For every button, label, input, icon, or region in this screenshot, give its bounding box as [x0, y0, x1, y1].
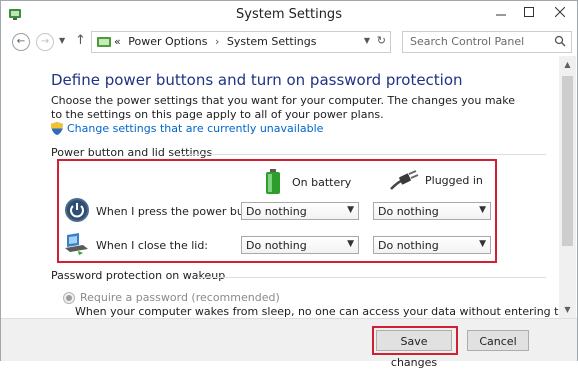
forward-arrow-icon: →	[40, 36, 50, 47]
power-button-group-label: Power button and lid settings	[51, 146, 213, 159]
refresh-icon[interactable]: ↻	[377, 34, 386, 47]
up-arrow-icon: ↑	[75, 33, 86, 48]
close-lid-row-label: When I close the lid:	[96, 239, 209, 252]
back-arrow-icon: ←	[16, 36, 26, 47]
chevron-down-icon: ▼	[347, 239, 354, 249]
column-header-plugged: Plugged in	[389, 169, 483, 191]
close-button[interactable]	[543, 1, 577, 23]
breadcrumb-overflow[interactable]: «	[114, 35, 121, 48]
change-settings-link-row[interactable]: Change settings that are currently unava…	[51, 122, 323, 135]
control-panel-icon	[97, 37, 111, 47]
address-dropdown-icon[interactable]: ▼	[364, 36, 370, 45]
window: System Settings ← → ▼ ↑ « Power Options …	[0, 0, 578, 369]
password-group-label: Password protection on wakeup	[51, 269, 226, 282]
search-placeholder: Search Control Panel	[410, 35, 525, 48]
group-divider	[197, 277, 546, 278]
back-button[interactable]: ←	[12, 33, 30, 51]
breadcrumb-separator[interactable]: ›	[211, 35, 223, 48]
group-divider	[181, 154, 546, 155]
breadcrumb-system-settings[interactable]: System Settings	[227, 35, 317, 48]
plugged-in-label: Plugged in	[425, 173, 483, 187]
search-icon	[554, 35, 566, 47]
require-password-option: Require a password (recommended)	[63, 291, 280, 304]
laptop-lid-icon	[65, 233, 88, 255]
page-title: Define power buttons and turn on passwor…	[51, 71, 463, 89]
scroll-down-icon[interactable]: ▼	[559, 301, 576, 318]
power-button-icon	[65, 198, 89, 222]
chevron-down-icon: ▼	[347, 205, 354, 215]
close-lid-battery-select[interactable]: Do nothing ▼	[241, 236, 359, 254]
vertical-scrollbar[interactable]: ▲ ▼	[559, 56, 576, 318]
plug-icon	[390, 170, 419, 190]
breadcrumb: « Power Options › System Settings	[114, 35, 316, 48]
power-button-battery-select[interactable]: Do nothing ▼	[241, 202, 359, 220]
main-content: Define power buttons and turn on passwor…	[1, 56, 561, 318]
forward-button[interactable]: →	[36, 33, 54, 51]
battery-icon	[266, 169, 280, 194]
require-password-radio	[63, 291, 75, 304]
scroll-up-icon[interactable]: ▲	[559, 56, 576, 73]
up-button[interactable]: ↑	[75, 33, 86, 48]
require-password-label: Require a password (recommended)	[80, 291, 280, 304]
select-value: Do nothing	[246, 239, 307, 252]
maximize-icon	[524, 7, 534, 17]
chevron-down-icon: ▼	[479, 205, 486, 215]
chevron-down-icon: ▼	[479, 239, 486, 249]
recent-locations-dropdown[interactable]: ▼	[59, 36, 65, 45]
footer-bar: Save changes Cancel	[1, 318, 577, 369]
uac-shield-icon	[51, 122, 63, 135]
save-changes-button[interactable]: Save changes	[376, 330, 452, 369]
change-settings-link[interactable]: Change settings that are currently unava…	[67, 122, 323, 135]
select-value: Do nothing	[378, 239, 439, 252]
on-battery-label: On battery	[292, 175, 352, 189]
breadcrumb-power-options[interactable]: Power Options	[128, 35, 207, 48]
maximize-button[interactable]	[515, 1, 543, 23]
power-button-plugged-select[interactable]: Do nothing ▼	[373, 202, 491, 220]
minimize-button[interactable]	[487, 1, 515, 23]
select-value: Do nothing	[246, 205, 307, 218]
page-description: Choose the power settings that you want …	[51, 94, 516, 121]
cancel-button[interactable]: Cancel	[467, 330, 529, 351]
close-lid-plugged-select[interactable]: Do nothing ▼	[373, 236, 491, 254]
chevron-down-icon: ▼	[59, 36, 66, 45]
require-password-description: When your computer wakes from sleep, no …	[75, 305, 561, 318]
title-bar: System Settings	[1, 1, 577, 27]
column-header-battery: On battery	[264, 169, 351, 195]
close-icon	[555, 7, 565, 17]
address-bar[interactable]: « Power Options › System Settings ▼ ↻	[91, 31, 391, 53]
scroll-thumb[interactable]	[562, 76, 573, 246]
minimize-icon	[496, 14, 506, 16]
search-box[interactable]: Search Control Panel	[402, 31, 572, 53]
navigation-bar: ← → ▼ ↑ « Power Options › System Setting…	[1, 27, 577, 55]
select-value: Do nothing	[378, 205, 439, 218]
